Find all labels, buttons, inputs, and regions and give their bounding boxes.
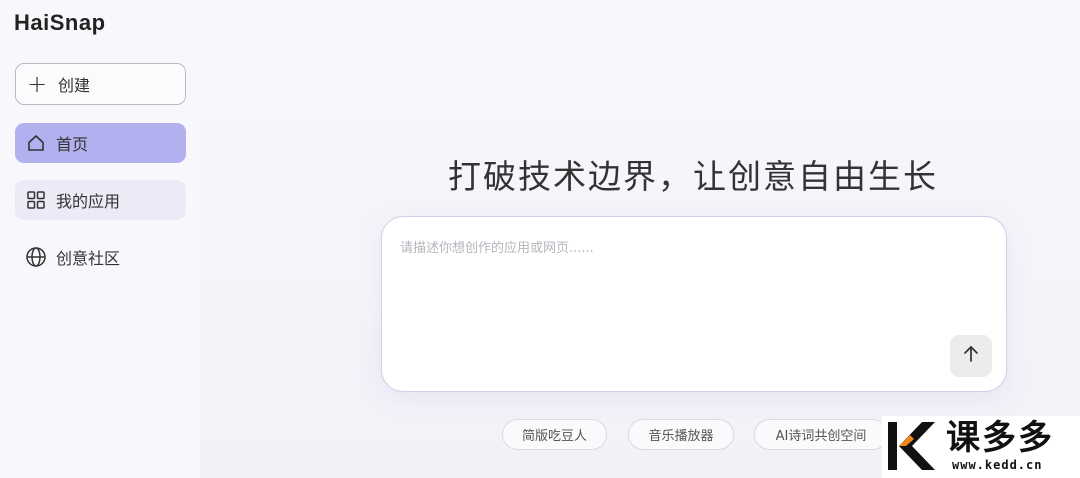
- sidebar-item-community[interactable]: 创意社区: [15, 237, 186, 277]
- app-logo[interactable]: HaiSnap: [14, 10, 106, 36]
- arrow-up-icon: [961, 344, 981, 368]
- create-button[interactable]: + 创建: [15, 63, 186, 105]
- plus-icon: +: [27, 70, 48, 98]
- sidebar: HaiSnap + 创建 首页 我的应用 创意社区: [0, 0, 200, 478]
- home-icon: [25, 132, 47, 154]
- kedd-logo-icon: [888, 422, 935, 470]
- suggestion-chip[interactable]: 简版吃豆人: [502, 419, 607, 450]
- sidebar-item-label: 首页: [56, 135, 89, 154]
- sidebar-item-label: 创意社区: [56, 249, 121, 268]
- watermark-url: www.kedd.cn: [952, 458, 1043, 472]
- prompt-input[interactable]: [400, 237, 990, 337]
- sidebar-item-my-apps[interactable]: 我的应用: [15, 180, 186, 220]
- sidebar-item-home[interactable]: 首页: [15, 123, 186, 163]
- page-title: 打破技术边界，让创意自由生长: [448, 157, 938, 196]
- apps-grid-icon: [25, 189, 47, 211]
- prompt-box: [381, 216, 1007, 392]
- suggestion-chip[interactable]: AI诗词共创空间: [754, 419, 888, 450]
- globe-icon: [25, 246, 47, 268]
- suggestion-chip[interactable]: 音乐播放器: [628, 419, 734, 450]
- send-button[interactable]: [950, 335, 992, 377]
- watermark: 课多多 www.kedd.cn: [882, 416, 1080, 478]
- sidebar-item-label: 我的应用: [56, 192, 121, 211]
- watermark-brand: 课多多: [946, 418, 1054, 458]
- create-button-label: 创建: [58, 76, 91, 95]
